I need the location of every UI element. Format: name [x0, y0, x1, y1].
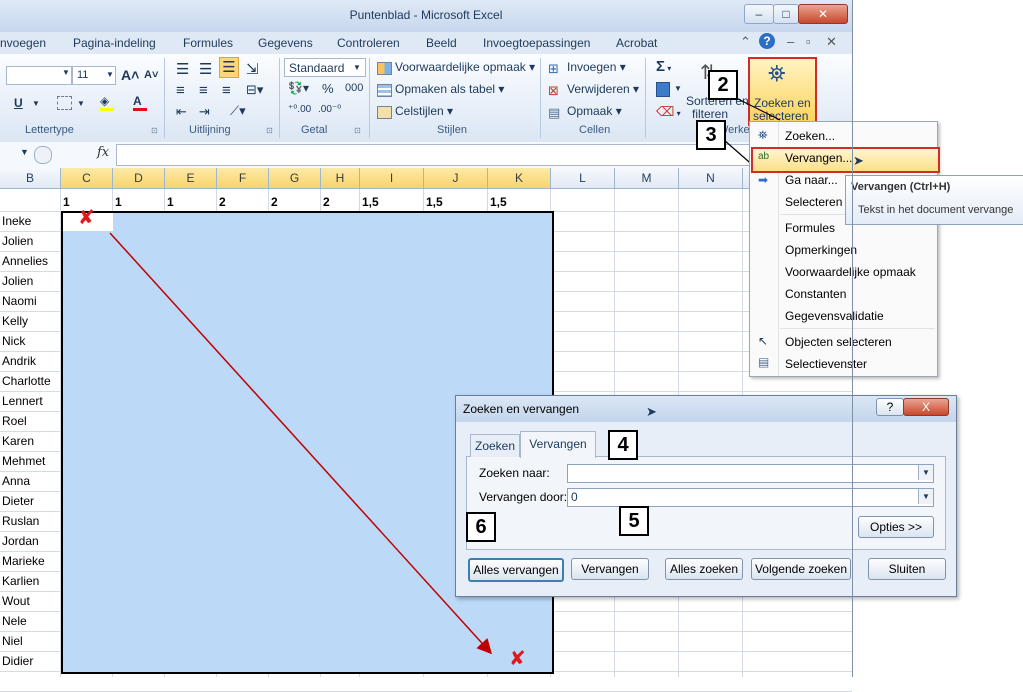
replace-button[interactable]: Vervangen	[571, 558, 649, 580]
tab-find-label: Zoeken	[474, 439, 516, 453]
menu-item-comments[interactable]: Opmerkingen	[785, 243, 857, 257]
replace-value: 0	[571, 490, 578, 504]
tooltip: Vervangen (Ctrl+H) Tekst in het document…	[845, 175, 1023, 225]
close-dialog-button[interactable]: Sluiten	[868, 558, 946, 580]
replace-label: Vervangen door:	[479, 490, 568, 504]
window-edge	[852, 0, 853, 677]
selection-pane-icon: ▤	[758, 355, 770, 369]
menu-item-conditional-format[interactable]: Voorwaardelijke opmaak	[785, 265, 916, 279]
chevron-down-icon[interactable]: ▼	[918, 489, 933, 504]
goto-arrow-icon: ➡	[758, 173, 769, 187]
callout-6: 6	[466, 512, 496, 542]
tooltip-text: Tekst in het document vervange	[858, 204, 1014, 216]
menu-item-replace[interactable]: Vervangen...	[785, 151, 852, 165]
tab-replace-label: Vervangen	[529, 437, 587, 451]
menu-divider	[780, 328, 935, 329]
callout-2: 2	[708, 70, 738, 100]
x-mark-icon: ✘	[78, 207, 95, 229]
find-select-menu: ⛯ Zoeken... ab Vervangen... ➤ ➡ Ga naar.…	[749, 121, 940, 377]
menu-item-goto[interactable]: Ga naar...	[785, 173, 838, 187]
menu-item-find[interactable]: Zoeken...	[785, 129, 835, 143]
find-next-button[interactable]: Volgende zoeken	[751, 558, 851, 580]
menu-item-constants[interactable]: Constanten	[785, 287, 846, 301]
menu-item-selection-pane[interactable]: Selectievenster	[785, 357, 867, 371]
find-all-button[interactable]: Alles zoeken	[665, 558, 743, 580]
callout-3: 3	[696, 120, 726, 150]
callout-4: 4	[608, 430, 638, 460]
dialog-title: Zoeken en vervangen	[463, 402, 580, 416]
pointer-icon: ↖	[758, 334, 769, 348]
tab-find[interactable]: Zoeken	[470, 434, 520, 457]
binoculars-icon: ⛯	[758, 128, 768, 142]
x-mark-icon: ✘	[509, 648, 526, 670]
dialog-help-button[interactable]: ?	[876, 398, 904, 416]
dialog-titlebar[interactable]: Zoeken en vervangen ➤ ? X	[456, 396, 956, 422]
menu-item-goto-special[interactable]: Selecteren s	[785, 195, 852, 209]
menu-item-data-validation[interactable]: Gegevensvalidatie	[785, 309, 884, 323]
replace-all-button[interactable]: Alles vervangen	[468, 558, 564, 582]
menu-item-select-objects[interactable]: Objecten selecteren	[785, 335, 892, 349]
selection-arrow	[109, 232, 493, 655]
cursor-icon: ➤	[646, 404, 657, 419]
chevron-down-icon[interactable]: ▼	[918, 465, 933, 480]
find-replace-dialog: Zoeken en vervangen ➤ ? X Zoeken Vervang…	[455, 395, 957, 597]
cursor-icon: ➤	[853, 153, 864, 168]
menu-item-formulas[interactable]: Formules	[785, 221, 835, 235]
tab-replace[interactable]: Vervangen	[520, 431, 596, 458]
replace-icon: ab	[758, 151, 770, 162]
dialog-close-button[interactable]: X	[903, 398, 949, 416]
options-button[interactable]: Opties >>	[858, 516, 934, 538]
tooltip-title: Vervangen (Ctrl+H)	[851, 181, 951, 193]
find-label: Zoeken naar:	[479, 466, 550, 480]
callout-line-2	[735, 97, 781, 121]
callout-5: 5	[619, 506, 649, 536]
find-input[interactable]: ▼	[567, 464, 934, 483]
replace-input[interactable]: 0 ▼	[567, 488, 934, 507]
